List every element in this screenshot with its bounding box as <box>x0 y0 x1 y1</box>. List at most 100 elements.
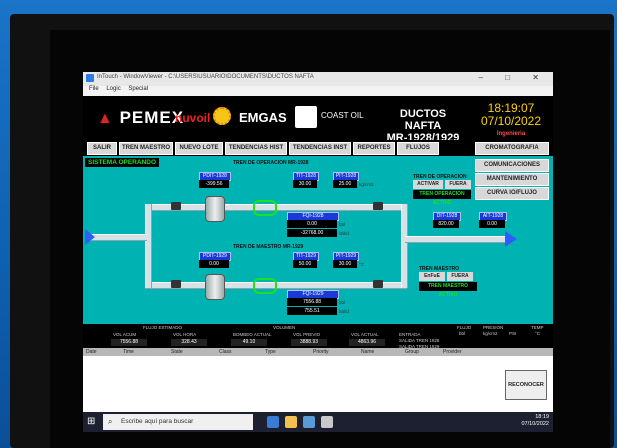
minimize-button[interactable]: – <box>479 73 493 82</box>
system-clock[interactable]: 18:19 07/10/2022 <box>521 414 549 428</box>
curva-flujo-button[interactable]: CURVA IO/FLUJO <box>475 187 549 200</box>
valve-icon[interactable] <box>171 202 181 210</box>
unit-label: bbl/d <box>339 231 349 236</box>
unit-label: °C <box>359 262 365 267</box>
menu-logic[interactable]: Logic <box>106 86 120 92</box>
valve-icon[interactable] <box>171 280 181 288</box>
tendencias-inst-button[interactable]: TENDENCIAS INST <box>289 142 351 155</box>
menu-special[interactable]: Special <box>128 86 148 92</box>
col-type[interactable]: Type <box>265 349 276 355</box>
tren-maestro-button[interactable]: TREN MAESTRO <box>119 142 173 155</box>
vol-actual-value: 4863.96 <box>349 339 385 346</box>
col-class[interactable]: Class <box>219 349 232 355</box>
tren-operacion-activo-badge: TREN OPERACION ACTIVO <box>413 190 471 206</box>
alarm-viewer: Date Time State Class Type Priority Name… <box>83 348 553 412</box>
col-date[interactable]: Date <box>86 349 97 355</box>
fqi-1929-volume: 7556.88 <box>287 298 337 306</box>
tren-operacion-title: TREN DE OPERACION MR-1928 <box>233 160 309 166</box>
fqi-1929-rate: 755.51 <box>287 307 337 315</box>
unit-psi: PSI <box>509 331 517 336</box>
tendencias-hist-button[interactable]: TENDENCIAS HIST <box>225 142 287 155</box>
mantenimiento-button[interactable]: MANTENIMIENTO <box>475 173 549 186</box>
search-placeholder: Escribe aquí para buscar <box>121 418 194 425</box>
salida-1928-label: SALIDA TREN 1928 <box>399 338 440 343</box>
pit-1928-value: 25.00 <box>333 180 357 188</box>
vol-hora-value: 328.43 <box>171 339 207 346</box>
pit-1929-value: 30.00 <box>333 260 357 268</box>
search-input[interactable]: ⌕ Escribe aquí para buscar <box>103 414 253 430</box>
search-icon: ⌕ <box>108 417 113 426</box>
entrada-label: ENTRADA <box>399 332 421 337</box>
dit-1928-value: 820.00 <box>433 220 459 228</box>
unit-label: bbl <box>339 300 346 305</box>
unit-label: kg/cm2 <box>359 182 374 187</box>
fuera-maestro-button[interactable]: FUERA <box>447 272 473 281</box>
mail-icon[interactable] <box>303 416 315 428</box>
fqi-1928-volume: 0.00 <box>287 220 337 228</box>
vol-previo-label: VOL PREVIO <box>293 332 321 337</box>
process-diagram: SISTEMA OPERANDO COMUNICACIONES MANTENIM… <box>83 156 553 352</box>
menubar: File Logic Special <box>83 86 553 96</box>
page-title: DUCTOS NAFTA MR-1928/1929 <box>386 108 460 144</box>
col-name[interactable]: Name <box>361 349 374 355</box>
clock-date: 07/10/2022 <box>480 114 542 128</box>
sun-logo-icon <box>213 107 231 125</box>
flujos-button[interactable]: FLUJOS <box>397 142 439 155</box>
bombeo-actual-label: BOMBEO ACTUAL <box>233 332 272 337</box>
emgas-logo: EMGAS <box>239 110 287 125</box>
bombeo-actual-value: 49.10 <box>231 339 267 346</box>
nuvoil-logo: nuvoil <box>175 111 211 125</box>
window-titlebar[interactable]: InTouch - WindowViewer - C:\USERS\USUARI… <box>83 72 553 86</box>
fuera-button[interactable]: FUERA <box>445 180 471 189</box>
tren-maestro-title: TREN DE MAESTRO MR-1929 <box>233 244 304 250</box>
hmi-screen: InTouch - WindowViewer - C:\USERS\USUARI… <box>83 72 553 432</box>
col-provider[interactable]: Provider <box>443 349 462 355</box>
unit-bbl: bbl <box>459 331 466 336</box>
vol-actual-label: VOL ACTUAL <box>351 332 379 337</box>
flowmeter-icon <box>253 200 277 216</box>
flowmeter-icon <box>253 278 277 294</box>
unit-label: bbl/d <box>339 309 349 314</box>
fqi-1928-rate: -32768.00 <box>287 229 337 237</box>
valve-icon[interactable] <box>373 280 383 288</box>
presion-col: PRESION <box>483 325 504 330</box>
col-state[interactable]: State <box>171 349 183 355</box>
comunicaciones-button[interactable]: COMUNICACIONES <box>475 159 549 172</box>
toolbar: SALIR TREN MAESTRO NUEVO LOTE TENDENCIAS… <box>83 140 553 156</box>
maximize-button[interactable]: □ <box>505 73 520 82</box>
unit-kgcm2: kg/cm2 <box>483 331 498 336</box>
valve-icon[interactable] <box>373 202 383 210</box>
activar-button[interactable]: ACTIVAR <box>413 180 443 189</box>
flujo-col: FLUJO <box>457 325 472 330</box>
ait-1928-value: 0.00 <box>479 220 505 228</box>
col-group[interactable]: Group <box>405 349 419 355</box>
flujo-estimado-title: FLUJO ESTIMADO <box>143 325 183 330</box>
window-controls[interactable]: – □ ✕ <box>479 73 549 82</box>
salir-button[interactable]: SALIR <box>87 142 117 155</box>
pipe-outlet-vertical <box>401 204 408 288</box>
tit-1928-value: 30.00 <box>293 180 317 188</box>
edge-icon[interactable] <box>267 416 279 428</box>
alarm-list[interactable]: RECONOCER <box>83 356 553 412</box>
window-title: InTouch - WindowViewer - C:\USERS\USUARI… <box>97 74 314 80</box>
nuevo-lote-button[interactable]: NUEVO LOTE <box>175 142 223 155</box>
enfuera-button[interactable]: EnFuE <box>419 272 445 281</box>
file-explorer-icon[interactable] <box>285 416 297 428</box>
close-button[interactable]: ✕ <box>532 73 549 82</box>
status-badge: SISTEMA OPERANDO <box>85 158 160 167</box>
vol-previo-value: 3888.93 <box>291 339 327 346</box>
menu-file[interactable]: File <box>89 86 99 92</box>
vol-hora-label: VOL HORA <box>173 332 197 337</box>
app-icon[interactable] <box>321 416 333 428</box>
pipe-inlet <box>89 234 147 241</box>
pipe-outlet <box>405 236 505 243</box>
col-time[interactable]: Time <box>123 349 134 355</box>
reconocer-button[interactable]: RECONOCER <box>505 370 547 400</box>
windows-start-icon[interactable]: ⊞ <box>87 417 97 427</box>
vol-acum-label: VOL ACUM <box>113 332 137 337</box>
reportes-button[interactable]: REPORTES <box>353 142 395 155</box>
clock: 18:19:07 07/10/2022 Ingenieria <box>473 102 549 141</box>
col-priority[interactable]: Priority <box>313 349 329 355</box>
unit-celsius: °C <box>535 331 541 336</box>
cromatografia-button[interactable]: CROMATOGRAFIA <box>475 142 549 155</box>
